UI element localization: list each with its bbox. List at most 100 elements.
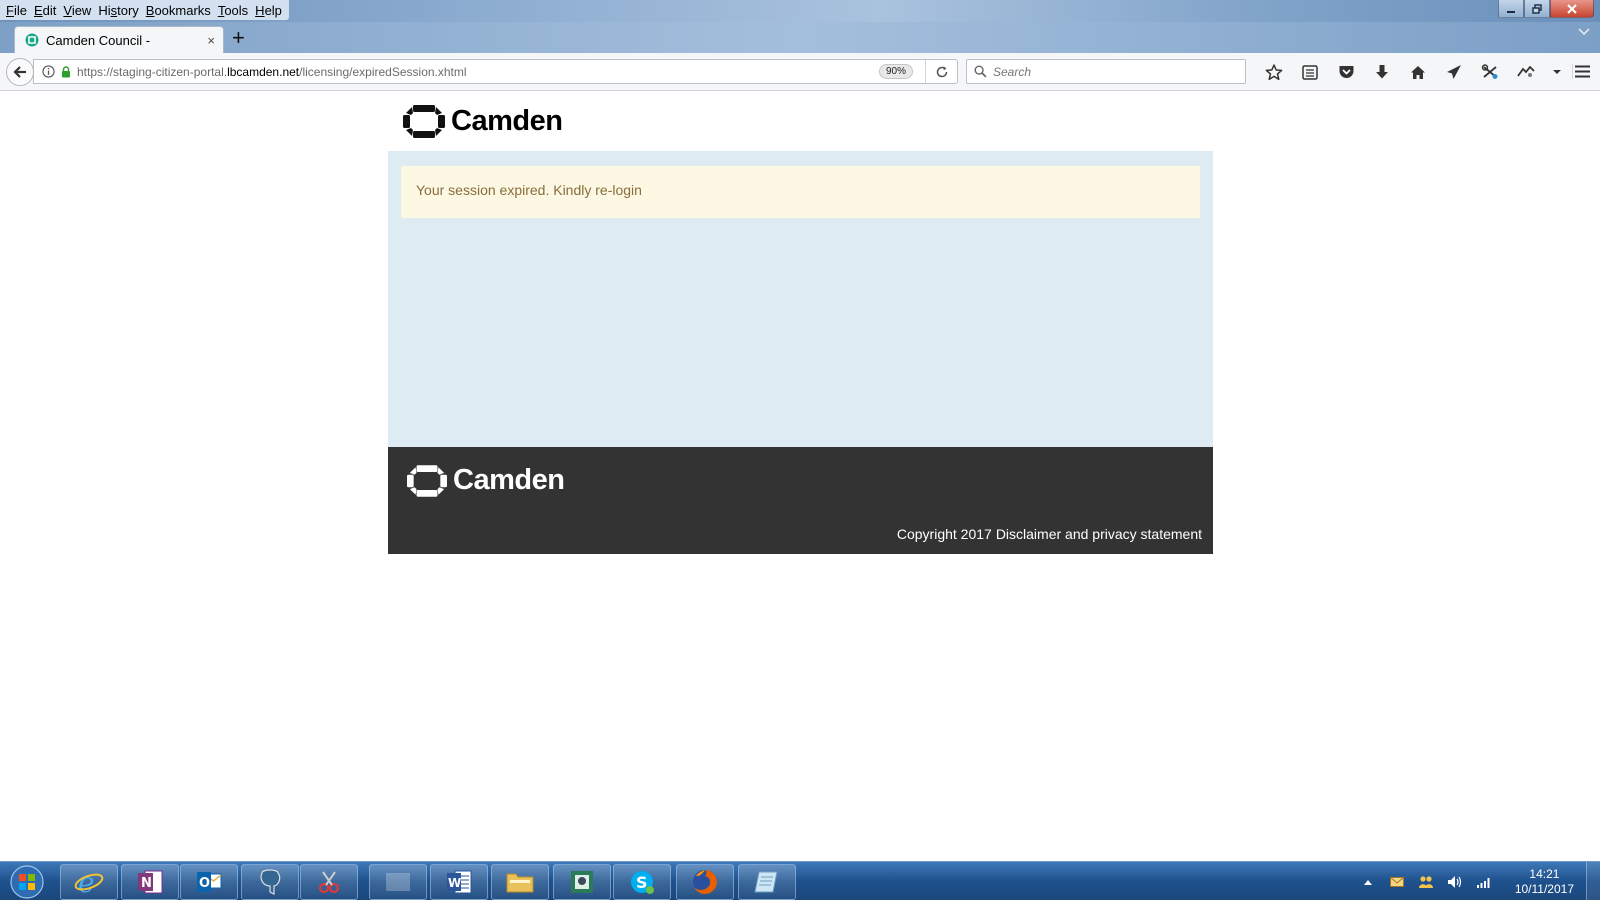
start-button[interactable] [4,864,50,900]
reload-button[interactable] [925,60,957,83]
bookmark-star-icon [1265,63,1283,80]
onenote-icon: N [138,870,163,894]
open-menu-button[interactable] [1572,64,1590,79]
taskbar-word[interactable]: W [430,864,488,900]
addon-button[interactable] [1508,62,1544,82]
site-info-icon[interactable] [42,65,55,78]
taskbar-firefox[interactable] [676,864,734,900]
toolbar-overflow-button[interactable] [1544,62,1570,82]
tab-close-button[interactable]: × [207,33,215,48]
footer-camden-logo[interactable]: Camden [407,464,565,497]
taskbar-app-window[interactable] [553,864,611,900]
extension-button[interactable] [1472,62,1508,82]
menu-tools[interactable]: Tools [214,0,251,20]
tab-list-icon[interactable] [1578,28,1590,36]
app-window-icon [571,871,593,893]
windows-start-icon [10,865,44,899]
send-button[interactable] [1436,62,1472,82]
menu-help[interactable]: Help [251,0,285,20]
taskbar-outlook[interactable]: O [180,864,238,900]
new-tab-button[interactable]: + [232,27,245,49]
skype-icon: S [631,871,654,894]
home-icon [1411,65,1425,79]
zoom-level-badge[interactable]: 90% [878,64,913,79]
taskbar-file-explorer[interactable] [491,864,549,900]
camden-site: Camden Your session expired. Kindly re-l… [388,91,1213,554]
extension-icon [1481,64,1498,79]
tray-mail-button[interactable] [1389,874,1405,890]
footer-links: Copyright 2017 Disclaimer and privacy st… [897,526,1202,542]
firefox-icon [693,870,717,894]
restore-button[interactable] [1524,0,1550,18]
menu-history[interactable]: History [94,0,141,20]
tray-arrow-up-icon [1363,879,1372,885]
svg-text:S: S [636,873,648,892]
tray-people-button[interactable] [1418,874,1434,890]
svg-text:W: W [448,876,461,890]
mail-icon [1389,877,1404,887]
taskbar-internet-explorer[interactable]: e [60,864,118,900]
page-viewport: Camden Your session expired. Kindly re-l… [0,91,1600,861]
main-content: Your session expired. Kindly re-login [388,151,1213,447]
restore-icon [1532,3,1542,14]
tab-title: Camden Council - [46,32,151,48]
tray-network-button[interactable] [1476,874,1492,890]
show-desktop-button[interactable] [1586,862,1600,901]
home-button[interactable] [1400,62,1436,82]
clock-time: 14:21 [1529,867,1560,881]
windows-taskbar: e N O W S 14:21 10/11/2017 [0,861,1600,901]
people-icon [1418,876,1433,888]
taskbar-skype[interactable]: S [613,864,671,900]
search-bar[interactable] [966,59,1246,84]
camden-logo[interactable]: Camden [403,104,563,138]
navigation-bar: https://staging-citizen-portal.lbcamden.… [0,53,1600,91]
taskbar-blank-window[interactable] [369,864,427,900]
url-text[interactable]: https://staging-citizen-portal.lbcamden.… [77,65,879,79]
taskbar-notepad[interactable] [738,864,796,900]
close-icon [1567,3,1577,14]
disclaimer-link[interactable]: Disclaimer and privacy statement [996,526,1202,542]
back-arrow-icon [13,66,26,78]
menu-file[interactable]: File [2,0,30,20]
word-icon: W [447,870,472,894]
taskbar-onenote[interactable]: N [121,864,179,900]
taskbar-snipping-tool[interactable] [300,864,358,900]
search-input[interactable] [993,64,1233,79]
window-titlebar: File Edit View History Bookmarks Tools H… [0,0,1600,22]
show-hidden-icons-button[interactable] [1360,874,1376,890]
taskbar-postgres[interactable] [241,864,299,900]
downloads-button[interactable] [1364,62,1400,82]
send-icon [1447,65,1461,79]
reading-list-icon [1302,64,1318,80]
snipping-tool-icon [319,871,339,893]
site-footer: Camden Copyright 2017 Disclaimer and pri… [388,447,1213,554]
tab-strip: Camden Council - × + [0,22,1600,53]
blank-window-icon [386,873,410,891]
pocket-icon [1339,66,1353,78]
tab-camden-council[interactable]: Camden Council - × [14,26,224,53]
menu-edit[interactable]: Edit [30,0,59,20]
tray-volume-button[interactable] [1447,874,1463,890]
menu-bookmarks[interactable]: Bookmarks [142,0,214,20]
site-header: Camden [388,91,1213,151]
menu-view[interactable]: View [59,0,94,20]
camden-favicon-icon [25,33,39,47]
reload-icon [936,66,947,77]
reading-list-button[interactable] [1292,62,1328,82]
bookmark-star-button[interactable] [1256,62,1292,82]
overflow-chevron-icon [1553,70,1561,74]
clock-date: 10/11/2017 [1514,882,1574,896]
copyright-text: Copyright 2017 [896,526,992,542]
pocket-button[interactable] [1328,62,1364,82]
search-icon [974,65,987,78]
hamburger-menu-icon [1575,65,1590,78]
menu-bar: File Edit View History Bookmarks Tools H… [0,0,289,20]
url-bar[interactable]: https://staging-citizen-portal.lbcamden.… [33,59,958,84]
taskbar-clock[interactable]: 14:21 10/11/2017 [1515,867,1574,897]
minimize-icon [1507,10,1515,13]
system-tray: 14:21 10/11/2017 [1360,867,1574,897]
toolbar-icons [1256,62,1570,82]
back-button[interactable] [6,58,34,86]
close-window-button[interactable] [1550,0,1594,18]
minimize-button[interactable] [1498,0,1524,18]
